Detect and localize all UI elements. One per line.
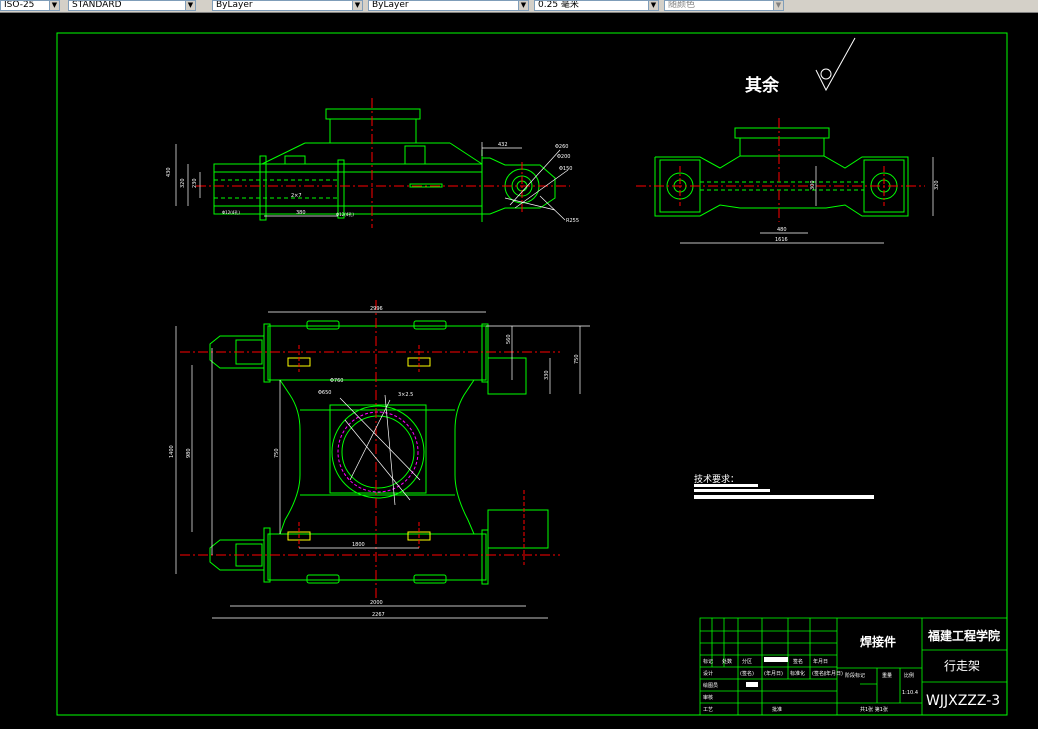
chevron-down-icon[interactable]: ▼ [352, 1, 362, 10]
approve-label: 批准 [772, 706, 782, 713]
color-select[interactable]: ByLayer ▼ [212, 0, 363, 11]
front-dim-hole-right: Φ12(4孔) [336, 211, 354, 217]
textstyle-select[interactable]: STANDARD ▼ [68, 0, 196, 11]
top-dim-bolt: 3×2.5 [398, 392, 413, 398]
front-dim-d4: R255 [566, 218, 579, 224]
side-dim-w1: 480 [777, 227, 787, 233]
standard-date: (年月日) [824, 670, 843, 677]
textstyle-value: STANDARD [72, 0, 122, 10]
front-dim-h1: 430 [166, 167, 172, 177]
chevron-down-icon[interactable]: ▼ [185, 1, 195, 10]
plotstyle-value: 随颜色 [668, 0, 696, 10]
drawing-border [56, 32, 1008, 716]
chevron-down-icon[interactable]: ▼ [49, 1, 59, 10]
tech-requirements: 技术要求： [694, 473, 874, 499]
top-dim-height-inner: 980 [186, 448, 192, 458]
front-dim-h3: 230 [192, 178, 198, 188]
dimstyle-select[interactable]: ISO-25 ▼ [0, 0, 60, 11]
row-label-zone: 分区 [742, 658, 752, 665]
scale-value: 1:10.4 [902, 690, 918, 696]
top-dim-spacing: 1800 [352, 542, 365, 548]
design-label: 设计 [703, 670, 713, 677]
front-dim-d2: Φ200 [557, 154, 570, 160]
drawing-number: WJJXZZZ-3 [926, 693, 1000, 709]
stage-label: 阶段标记 [845, 672, 865, 679]
drafter-label: 绘图员 [703, 682, 718, 689]
standard-label: 标准化 [790, 670, 805, 677]
surface-mark-label: 其余 [745, 75, 780, 96]
front-dim-weld: 2×7 [291, 193, 302, 199]
front-dim-d1: Φ260 [555, 144, 568, 150]
surface-finish-mark: 其余 [745, 37, 856, 96]
top-dim-bore2: Φ650 [318, 390, 331, 396]
linetype-select[interactable]: ByLayer ▼ [368, 0, 529, 11]
front-dim-lug: 432 [498, 142, 508, 148]
weight-label: 重量 [882, 672, 892, 679]
top-dim-right-h2: 750 [574, 354, 580, 364]
side-dim-height: 320 [934, 180, 940, 190]
row-label-count: 处数 [722, 658, 732, 665]
front-view: 430 320 230 380 432 Φ260 Φ200 Φ150 R255 … [166, 98, 579, 228]
top-dim-right-h3: 330 [544, 370, 550, 380]
row-label-date: 年月日 [813, 658, 828, 665]
tech-requirements-title: 技术要求： [694, 473, 739, 485]
part-type: 焊接件 [860, 634, 896, 649]
sheet-label: 共1张 第1张 [860, 706, 888, 713]
plotstyle-select[interactable]: 随颜色 ▼ [664, 0, 784, 11]
top-dim-total-length: 2267 [372, 612, 385, 618]
chevron-down-icon[interactable]: ▼ [648, 1, 658, 10]
top-dim-bore: Φ760 [330, 378, 343, 384]
process-label: 工艺 [703, 707, 713, 713]
front-dim-hole-left: Φ12(4孔) [222, 209, 240, 215]
design-sign: (签名) [740, 670, 754, 677]
chevron-down-icon[interactable]: ▼ [518, 1, 528, 10]
part-name: 行走架 [944, 659, 980, 673]
top-dim-height-left: 1400 [169, 445, 175, 458]
front-dim-d3: Φ150 [559, 166, 572, 172]
ratio-label: 比例 [904, 672, 914, 679]
check-label: 审核 [703, 694, 713, 701]
side-dim-inner: 300 [810, 180, 816, 190]
side-view: 320 300 480 1616 [636, 118, 940, 244]
design-date: (年月日) [764, 670, 783, 677]
top-view: 2996 2267 2000 1800 1400 980 750 560 750… [169, 300, 590, 619]
title-block-text: 焊接件 福建工程学院 行走架 WJJXZZZ-3 1:10.4 标记 处数 分区… [703, 628, 1000, 713]
top-dim-inner-length: 2000 [370, 600, 383, 606]
top-dim-overall-width: 2996 [370, 306, 383, 312]
lineweight-value: 0.25 毫米 [538, 0, 579, 10]
color-value: ByLayer [216, 0, 253, 10]
dimstyle-value: ISO-25 [4, 0, 35, 10]
row-label-sign: 签名 [793, 658, 803, 665]
school-name: 福建工程学院 [927, 628, 1000, 643]
cad-drawing-canvas[interactable]: 其余 430 320 230 380 432 Φ260 Φ200 Φ150 R2… [0, 12, 1038, 729]
front-dim-span: 380 [296, 210, 306, 216]
side-dim-w2: 1616 [775, 237, 788, 243]
lineweight-select[interactable]: 0.25 毫米 ▼ [534, 0, 659, 11]
chevron-down-icon[interactable]: ▼ [773, 1, 783, 10]
linetype-value: ByLayer [372, 0, 409, 10]
front-dim-h2: 320 [180, 178, 186, 188]
row-label-mark: 标记 [703, 658, 713, 665]
top-dim-height-mid: 750 [274, 448, 280, 458]
top-dim-right-h1: 560 [506, 334, 512, 344]
